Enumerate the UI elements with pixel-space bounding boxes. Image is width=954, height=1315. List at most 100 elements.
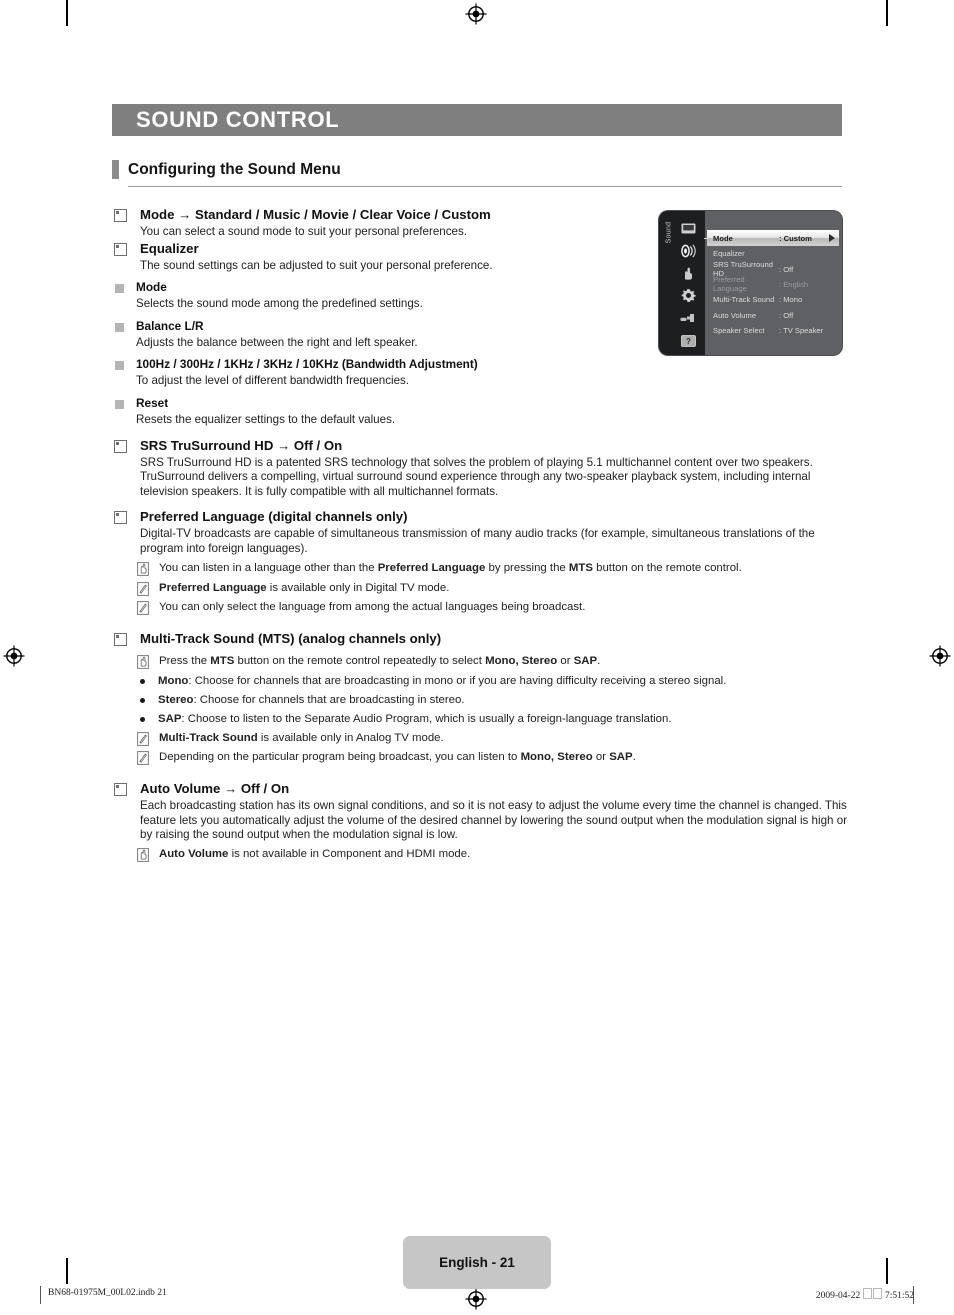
round-bullet-icon: [140, 716, 145, 722]
osd-row-tick-icon: [704, 237, 708, 239]
input-plug-icon[interactable]: [678, 308, 698, 328]
note-text: You can listen in a language other than …: [159, 562, 742, 575]
support-help-icon[interactable]: ?: [678, 331, 698, 351]
footer-time: 7:51:52: [884, 1291, 914, 1301]
note-row: Preferred Language is available only in …: [137, 581, 852, 596]
tv-osd-screenshot: Sound ? Mode : Custom Equalizer SRS TruS…: [659, 211, 842, 355]
block-srs: SRS TruSurround HD → Off / On SRS TruSur…: [112, 437, 852, 500]
page-number-label: English - 21: [439, 1255, 515, 1270]
osd-row-label: Mode: [713, 233, 733, 243]
section-heading: Configuring the Sound Menu: [112, 160, 842, 179]
osd-sidebar: Sound ?: [659, 211, 705, 355]
osd-row-preferred-language[interactable]: Preferred Language : English: [705, 275, 842, 293]
heading-preferred-language-row: Preferred Language (digital channels onl…: [112, 508, 852, 525]
note-text: Multi-Track Sound is available only in A…: [159, 731, 444, 744]
heading-srs-row: SRS TruSurround HD → Off / On: [112, 437, 852, 454]
note-row: Press the MTS button on the remote contr…: [137, 654, 852, 669]
heading-preferred-language: Preferred Language (digital channels onl…: [140, 509, 408, 525]
missing-glyph-box-icon: [873, 1288, 883, 1299]
body-srs: SRS TruSurround HD is a patented SRS tec…: [140, 455, 813, 498]
heading-auto-volume-row: Auto Volume → Off / On: [112, 780, 852, 797]
bullet-text-stereo: Stereo: Choose for channels that are bro…: [158, 693, 465, 706]
osd-row-auto-volume[interactable]: Auto Volume : Off: [705, 308, 842, 323]
hollow-square-bullet-icon: [114, 209, 127, 222]
filled-square-bullet-icon: [115, 399, 124, 409]
section-divider: [128, 186, 842, 187]
osd-row-value: : Custom: [779, 233, 812, 243]
manual-page: SOUND CONTROL Configuring the Sound Menu…: [112, 0, 847, 1315]
osd-row-value: : Mono: [779, 295, 803, 305]
page-number-tag: English - 21: [403, 1236, 551, 1289]
note-text: Depending on the particular program bein…: [159, 751, 636, 764]
footer-timestamp: 2009-04-22 7:51:52: [816, 1288, 914, 1301]
channel-hand-icon[interactable]: [678, 263, 698, 283]
osd-row-speaker-select[interactable]: Speaker Select : TV Speaker: [705, 323, 842, 338]
filled-square-bullet-icon: [115, 284, 124, 294]
osd-row-multi-track-sound[interactable]: Multi-Track Sound : Mono: [705, 292, 842, 307]
note-pencil-icon: [137, 731, 149, 746]
note-row: You can only select the language from am…: [137, 600, 852, 615]
section-title: Configuring the Sound Menu: [128, 160, 341, 178]
bullet-row-sap: SAP: Choose to listen to the Separate Au…: [137, 712, 852, 727]
body-auto-volume: Each broadcasting station has its own si…: [140, 799, 848, 842]
note-pencil-icon: [137, 751, 149, 765]
subitem-eq-reset-label: Reset: [136, 395, 169, 410]
heading-srs: SRS TruSurround HD → Off / On: [140, 437, 343, 453]
osd-row-value: : English: [779, 279, 809, 289]
block-mts: Multi-Track Sound (MTS) (analog channels…: [112, 630, 852, 765]
section-tick-icon: [112, 160, 119, 179]
hollow-square-bullet-icon: [114, 783, 127, 797]
footer-file-reference: BN68-01975M_00L02.indb 21: [48, 1288, 167, 1298]
crop-mark-bottom-left: [66, 1258, 68, 1284]
bullet-row-mono: Mono: Choose for channels that are broad…: [137, 674, 852, 689]
osd-row-equalizer[interactable]: Equalizer: [705, 246, 842, 261]
note-text: Preferred Language is available only in …: [159, 581, 450, 594]
chapter-title: SOUND CONTROL: [136, 107, 340, 132]
note-row: Depending on the particular program bein…: [137, 750, 852, 765]
registration-mark-right: [929, 645, 951, 667]
hand-press-icon: [137, 848, 149, 863]
osd-row-value: : TV Speaker: [779, 326, 824, 336]
hollow-square-bullet-icon: [114, 511, 127, 525]
heading-mts-row: Multi-Track Sound (MTS) (analog channels…: [112, 630, 852, 647]
osd-row-mode[interactable]: Mode : Custom: [704, 230, 839, 246]
heading-equalizer: Equalizer: [140, 240, 199, 256]
note-text: Auto Volume is not available in Componen…: [159, 848, 471, 861]
osd-menu-list: Mode : Custom Equalizer SRS TruSurround …: [704, 211, 842, 355]
osd-sidebar-icons: ?: [678, 218, 700, 353]
footer-rule-left: [40, 1286, 41, 1304]
note-pencil-icon: [137, 601, 149, 615]
bullet-text-sap: SAP: Choose to listen to the Separate Au…: [158, 712, 672, 725]
subitem-eq-bandwidth-label: 100Hz / 300Hz / 1KHz / 3KHz / 10KHz (Ban…: [136, 357, 478, 372]
hollow-square-bullet-icon: [114, 439, 127, 453]
heading-mts: Multi-Track Sound (MTS) (analog channels…: [140, 631, 442, 647]
filled-square-bullet-icon: [115, 361, 124, 371]
hollow-square-bullet-icon: [114, 242, 127, 256]
hand-press-icon: [137, 562, 149, 576]
picture-icon[interactable]: [678, 218, 698, 238]
note-row: You can listen in a language other than …: [137, 561, 852, 576]
heading-auto-volume: Auto Volume → Off / On: [140, 781, 290, 797]
osd-row-srs[interactable]: SRS TruSurround HD : Off: [705, 260, 842, 278]
osd-row-label: Auto Volume: [713, 310, 757, 320]
note-pencil-icon: [137, 581, 149, 596]
note-row: Auto Volume is not available in Componen…: [137, 847, 852, 863]
footer-date: 2009-04-22: [815, 1291, 861, 1301]
setup-gear-icon[interactable]: [678, 286, 698, 306]
hand-press-icon: [137, 655, 149, 669]
registration-mark-left: [3, 645, 25, 667]
osd-row-value: : Off: [779, 310, 794, 320]
subitem-eq-mode-label: Mode: [136, 280, 167, 295]
osd-row-label: Equalizer: [713, 249, 745, 259]
block-preferred-language: Preferred Language (digital channels onl…: [112, 508, 852, 615]
heading-mode: Mode → Standard / Music / Movie / Clear …: [140, 207, 491, 222]
round-bullet-icon: [140, 678, 145, 684]
svg-text:?: ?: [686, 336, 691, 345]
osd-sidebar-label: Sound: [665, 221, 673, 244]
note-row: Multi-Track Sound is available only in A…: [137, 731, 852, 746]
osd-row-label: Multi-Track Sound: [713, 295, 775, 305]
subitem-eq-bandwidth-row: 100Hz / 300Hz / 1KHz / 3KHz / 10KHz (Ban…: [112, 357, 852, 372]
sound-speaker-icon[interactable]: [678, 241, 698, 261]
note-text: You can only select the language from am…: [159, 601, 586, 614]
subitem-eq-balance-label: Balance L/R: [136, 318, 204, 333]
